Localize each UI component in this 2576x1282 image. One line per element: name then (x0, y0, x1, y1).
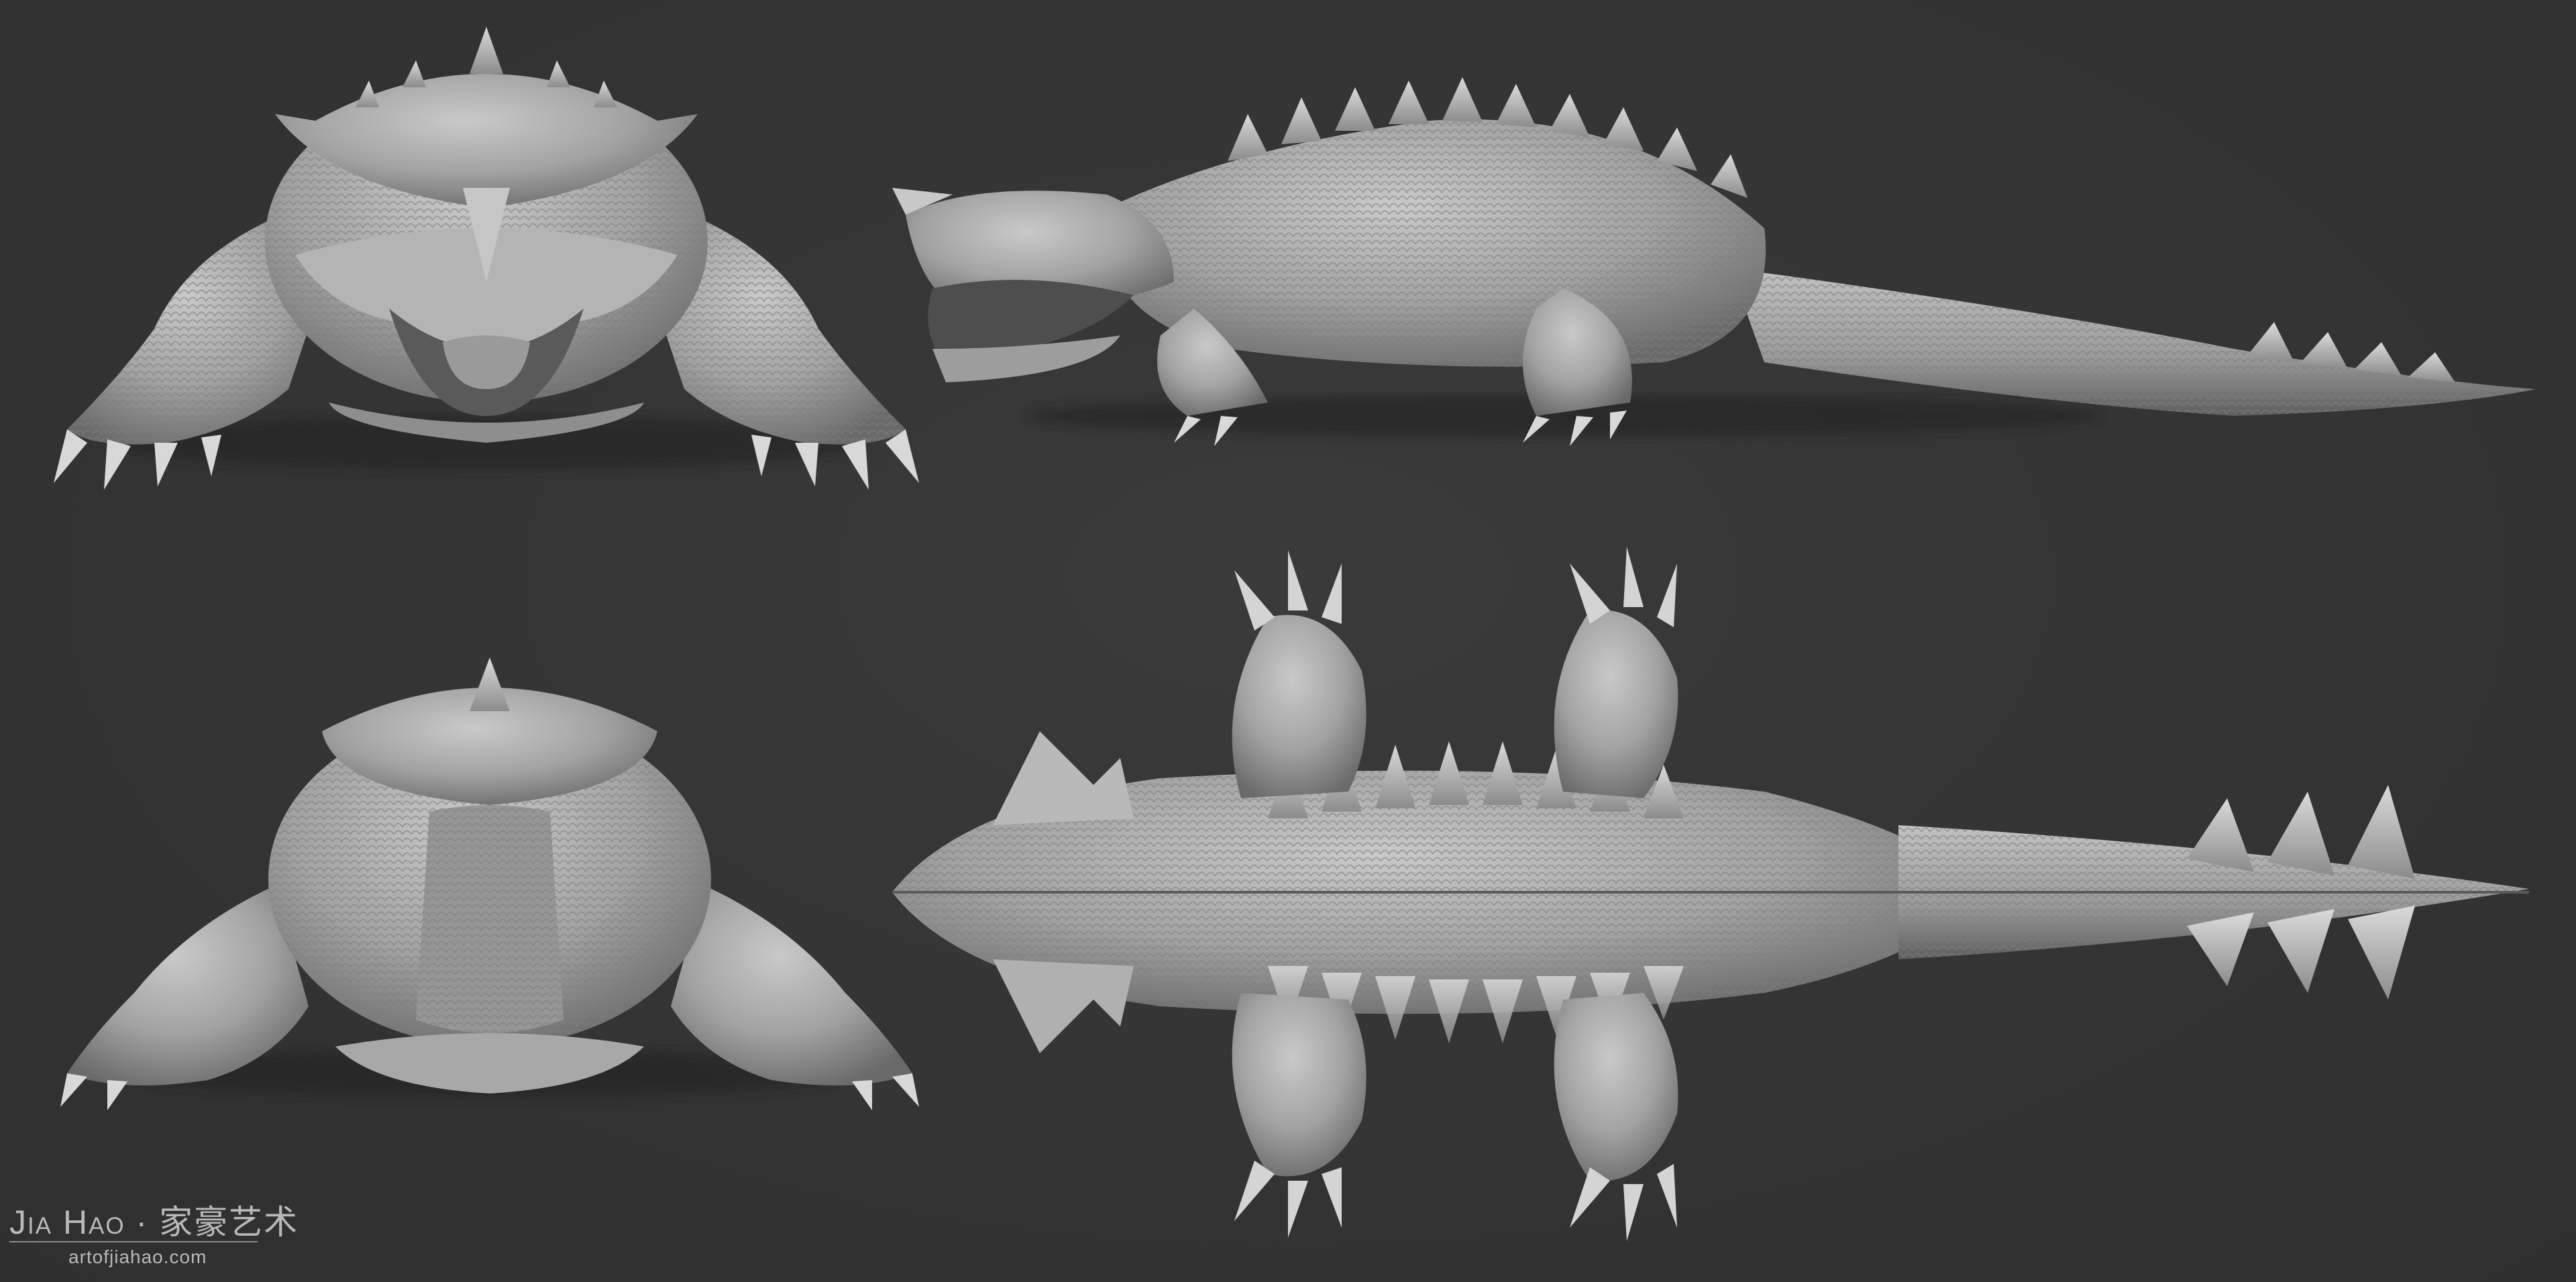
render-canvas: Jia Hao · 家豪艺术 artofjiahao.com (0, 0, 2576, 1282)
watermark-divider (9, 1241, 258, 1242)
artist-watermark: Jia Hao · 家豪艺术 artofjiahao.com (9, 1195, 297, 1269)
side-view-sculpt (892, 77, 2536, 446)
top-view-sculpt (892, 547, 2529, 1241)
back-view-sculpt (60, 657, 919, 1110)
front-view-sculpt (54, 27, 919, 490)
artist-name: Jia Hao · 家豪艺术 (9, 1204, 299, 1241)
artist-website: artofjiahao.com (68, 1246, 207, 1267)
